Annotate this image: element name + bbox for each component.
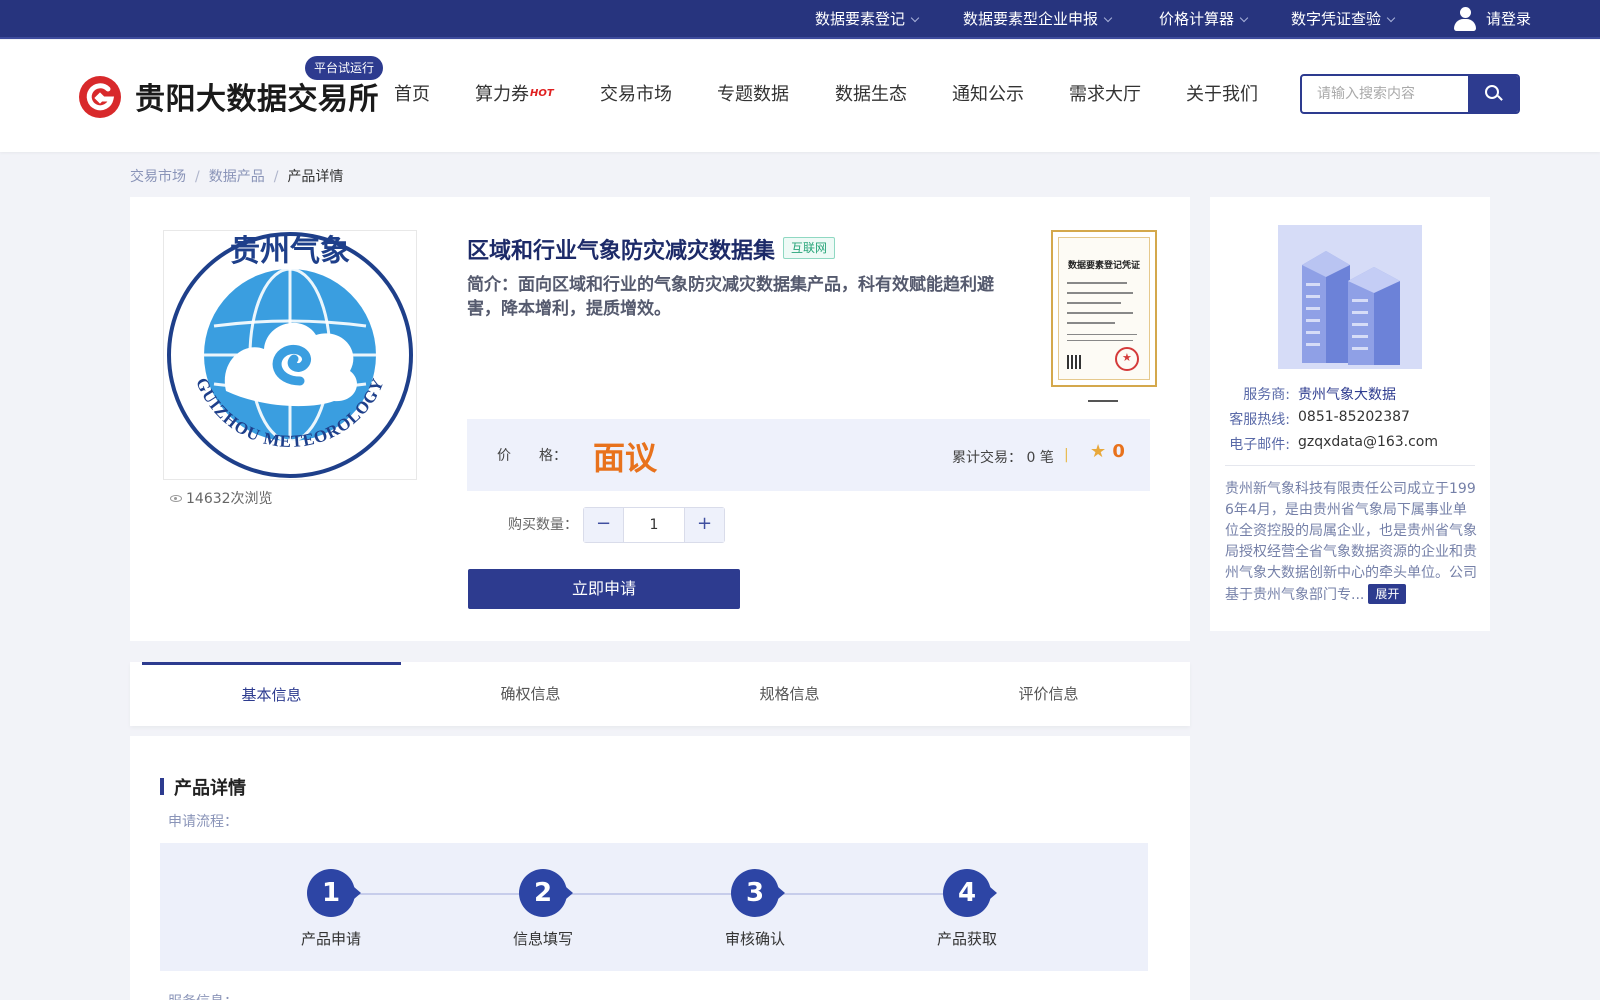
user-icon[interactable]: [1454, 7, 1476, 31]
nav-notices[interactable]: 通知公示: [952, 80, 1024, 106]
topbar-item-label: 数据要素型企业申报: [963, 10, 1099, 28]
nav-about-us[interactable]: 关于我们: [1186, 80, 1258, 106]
nav-home[interactable]: 首页: [394, 80, 430, 106]
trial-badge: 平台试运行: [305, 56, 384, 80]
service-provider-link[interactable]: 贵州气象大数据: [1298, 384, 1396, 404]
step-number: 4: [943, 869, 997, 917]
carousel-indicator[interactable]: [1088, 400, 1118, 402]
nav-compute-voucher[interactable]: 算力券: [475, 80, 529, 106]
search-box: [1300, 74, 1520, 114]
chevron-down-icon: [1386, 13, 1396, 23]
breadcrumb-trading-market[interactable]: 交易市场: [130, 166, 186, 186]
step-label: 产品获取: [936, 930, 997, 948]
product-details: 产品详情 申请流程： 1 产品申请 2 信息填写 3 审核确认 4 产品获取 服…: [130, 736, 1190, 1000]
tab-basic-info[interactable]: 基本信息: [142, 662, 401, 726]
site-logo-icon[interactable]: [79, 76, 121, 118]
building-icon: [1278, 225, 1422, 369]
deal-count: 累计交易： 0 笔: [952, 450, 1054, 466]
chevron-down-icon: [910, 13, 920, 23]
product-card: 贵州气象 GUIZHOU METEOROLOGY 14632次浏览 区域和行业气…: [130, 197, 1190, 641]
certificate-title: 数据要素登记凭证: [1067, 261, 1140, 271]
product-title: 区域和行业气象防灾减灾数据集: [467, 239, 776, 264]
breadcrumb-data-products[interactable]: 数据产品: [209, 166, 265, 186]
topbar-item-label: 价格计算器: [1159, 10, 1235, 28]
flow-step: 2 信息填写: [483, 869, 603, 949]
step-number: 3: [731, 869, 785, 917]
price-value: 面议: [593, 439, 658, 477]
flow-step: 4 产品获取: [907, 869, 1027, 949]
step-label: 审核确认: [724, 930, 785, 948]
tab-review-info[interactable]: 评价信息: [919, 662, 1178, 726]
topbar-certificate-check[interactable]: 数字凭证查验: [1291, 0, 1396, 39]
application-flow: 1 产品申请 2 信息填写 3 审核确认 4 产品获取: [160, 843, 1148, 971]
provider-card: 服务商: 贵州气象大数据 客服热线: 0851-85202387 电子邮件: g…: [1210, 197, 1490, 631]
main-header: 贵阳大数据交易所 平台试运行 首页 算力券 HOT 交易市场 专题数据 数据生态…: [0, 40, 1600, 152]
step-label: 信息填写: [512, 930, 573, 948]
quantity-label: 购买数量：: [508, 517, 578, 533]
price-box: 价 格： 面议 累计交易： 0 笔 | ★ 0: [467, 419, 1150, 491]
seal-icon: [1115, 347, 1139, 371]
topbar-price-calculator[interactable]: 价格计算器: [1159, 0, 1249, 39]
tab-rights-info[interactable]: 确权信息: [401, 662, 660, 726]
nav-trading-market[interactable]: 交易市场: [600, 80, 672, 106]
breadcrumb-current: 产品详情: [287, 169, 344, 185]
flow-step: 3 审核确认: [695, 869, 815, 949]
rating: ★ 0: [1090, 441, 1125, 462]
nav-topic-data[interactable]: 专题数据: [717, 80, 789, 106]
service-provider-row: 服务商: 贵州气象大数据: [1210, 384, 1490, 404]
topbar-data-element-registration[interactable]: 数据要素登记: [815, 0, 920, 39]
registration-certificate[interactable]: 数据要素登记凭证: [1051, 230, 1157, 387]
email-value: gzqxdata@163.com: [1298, 434, 1439, 450]
logo-text-top: 贵州气象: [230, 234, 350, 269]
chevron-down-icon: [1103, 13, 1113, 23]
breadcrumb: 交易市场 / 数据产品 / 产品详情: [130, 166, 343, 186]
quantity-stepper: − 1 +: [583, 507, 725, 543]
site-name[interactable]: 贵阳大数据交易所: [135, 74, 379, 118]
eye-icon: [170, 495, 182, 502]
provider-description: 贵州新气象科技有限责任公司成立于1996年4月，是由贵州省气象局下属事业单位全资…: [1225, 481, 1477, 604]
qr-code-icon: [1067, 355, 1081, 369]
step-label: 产品申请: [300, 930, 361, 948]
nav-data-ecosystem[interactable]: 数据生态: [835, 80, 907, 106]
star-icon: ★: [1090, 441, 1107, 462]
topbar-item-label: 数字凭证查验: [1291, 10, 1382, 28]
nav-demand-hall[interactable]: 需求大厅: [1069, 80, 1141, 106]
section-title: 产品详情: [160, 774, 246, 800]
top-bar: 数据要素登记 数据要素型企业申报 价格计算器 数字凭证查验 请登录: [0, 0, 1600, 39]
login-link[interactable]: 请登录: [1486, 0, 1531, 39]
flow-step: 1 产品申请: [271, 869, 391, 949]
hot-badge: HOT: [530, 88, 554, 99]
service-info-label: 服务信息：: [168, 991, 238, 1000]
price-label: 价 格：: [497, 448, 567, 464]
product-intro: 简介：面向区域和行业的气象防灾减灾数据集产品，科有效赋能趋利避害，降本增利，提质…: [467, 275, 994, 319]
chevron-down-icon: [1239, 13, 1249, 23]
apply-now-button[interactable]: 立即申请: [468, 569, 740, 609]
topbar-item-label: 数据要素登记: [815, 10, 906, 28]
step-number: 1: [307, 869, 361, 917]
process-label: 申请流程：: [168, 814, 238, 830]
tab-spec-info[interactable]: 规格信息: [660, 662, 919, 726]
detail-tabs: 基本信息 确权信息 规格信息 评价信息: [130, 662, 1190, 726]
product-image: 贵州气象 GUIZHOU METEOROLOGY: [163, 230, 417, 480]
decrease-button[interactable]: −: [584, 508, 624, 542]
topbar-enterprise-declaration[interactable]: 数据要素型企业申报: [963, 0, 1113, 39]
view-count: 14632次浏览: [170, 488, 273, 508]
hotline-value: 0851-85202387: [1298, 409, 1410, 425]
quantity-value[interactable]: 1: [624, 508, 684, 542]
step-number: 2: [519, 869, 573, 917]
guizhou-meteorology-logo-icon: 贵州气象 GUIZHOU METEOROLOGY: [167, 232, 413, 478]
category-tag: 互联网: [783, 237, 836, 259]
email-row: 电子邮件: gzqxdata@163.com: [1229, 434, 1439, 453]
increase-button[interactable]: +: [684, 508, 724, 542]
hotline-row: 客服热线: 0851-85202387: [1229, 409, 1410, 428]
search-button[interactable]: [1468, 76, 1518, 112]
expand-button[interactable]: 展开: [1368, 584, 1407, 604]
search-input[interactable]: [1302, 76, 1472, 112]
